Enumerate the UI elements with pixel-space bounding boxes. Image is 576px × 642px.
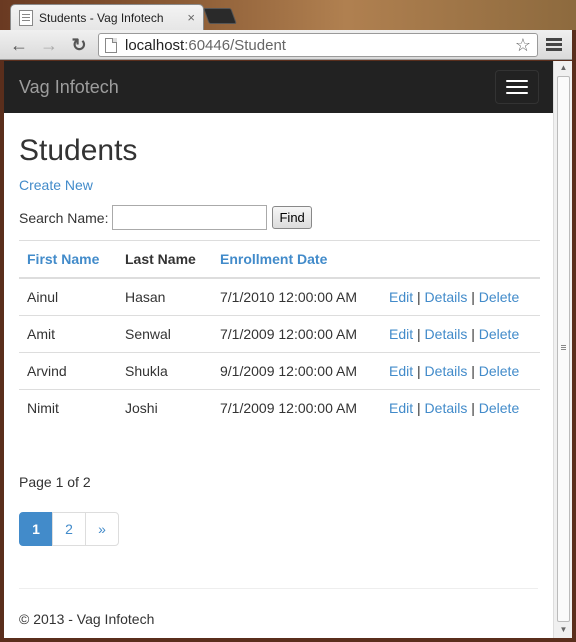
site-brand[interactable]: Vag Infotech: [19, 77, 119, 98]
table-header-row: First Name Last Name Enrollment Date: [19, 240, 540, 279]
pager-text: Page 1 of 2: [19, 474, 91, 490]
cell-first-name: Nimit: [19, 388, 117, 426]
action-separator: |: [471, 399, 475, 416]
table-row: Ainul Hasan 7/1/2010 12:00:00 AM Edit | Det…: [19, 278, 540, 315]
search-form: Search Name: Find: [19, 205, 538, 230]
cell-actions: Edit | Details | Delete: [381, 314, 540, 352]
window-frame-bottom: [0, 638, 576, 642]
header-first-name[interactable]: First Name: [19, 240, 117, 279]
delete-link[interactable]: Delete: [479, 400, 519, 416]
footer-text: © 2013 - Vag Infotech: [19, 611, 155, 627]
search-label: Search Name:: [19, 209, 109, 226]
cell-enrollment-date: 9/1/2009 12:00:00 AM: [212, 351, 381, 389]
table-row: Arvind Shukla 9/1/2009 12:00:00 AM Edit | D…: [19, 351, 540, 389]
cell-actions: Edit | Details | Delete: [381, 278, 540, 315]
create-new-link[interactable]: Create New: [19, 177, 93, 193]
delete-link[interactable]: Delete: [479, 326, 519, 342]
table-row: Amit Senwal 7/1/2009 12:00:00 AM Edit | Det…: [19, 314, 540, 352]
tab-close-icon[interactable]: ×: [187, 10, 195, 25]
cell-first-name: Ainul: [27, 288, 59, 305]
details-link[interactable]: Details: [425, 400, 468, 416]
browser-toolbar: ← → ↻ localhost:60446/Student ☆: [0, 30, 576, 60]
header-actions: [381, 240, 540, 279]
tab-title: Students - Vag Infotech: [39, 10, 164, 25]
details-link[interactable]: Details: [425, 326, 468, 342]
delete-link[interactable]: Delete: [479, 289, 519, 305]
cell-last-name: Joshi: [117, 388, 212, 426]
scroll-down-arrow-icon[interactable]: ▼: [554, 623, 573, 637]
cell-actions: Edit | Details | Delete: [381, 388, 540, 426]
address-bar[interactable]: localhost:60446/Student ☆: [98, 33, 538, 57]
page-icon: [105, 37, 117, 53]
action-separator: |: [417, 325, 421, 342]
footer-divider: [19, 588, 538, 589]
edit-link[interactable]: Edit: [389, 363, 413, 379]
new-tab-button[interactable]: [203, 8, 237, 24]
pagination: 1 2»: [19, 512, 538, 546]
students-table: First Name Last Name Enrollment Date Ain…: [19, 240, 540, 426]
edit-link[interactable]: Edit: [389, 289, 413, 305]
page-next-link[interactable]: »: [85, 512, 119, 546]
hamburger-bar: [506, 86, 528, 88]
page-link-1[interactable]: 1: [19, 512, 53, 546]
sort-enrollment-date-link[interactable]: Enrollment Date: [220, 251, 327, 267]
find-button[interactable]: Find: [272, 206, 312, 229]
cell-first-name: Arvind: [19, 351, 117, 389]
action-separator: |: [471, 325, 475, 342]
url-path: :60446/Student: [184, 36, 286, 54]
hamburger-bar: [506, 80, 528, 82]
window-titlebar: Students - Vag Infotech ×: [0, 0, 576, 30]
scrollbar-thumb[interactable]: [557, 76, 570, 622]
bookmark-star-icon[interactable]: ☆: [515, 35, 531, 56]
action-separator: |: [417, 362, 421, 379]
forward-button[interactable]: →: [38, 35, 60, 55]
cell-last-name: Hasan: [125, 288, 166, 305]
browser-menu-icon[interactable]: [546, 38, 562, 52]
cell-first-name: Amit: [19, 314, 117, 352]
search-input[interactable]: [112, 205, 268, 230]
cell-enrollment-date: 7/1/2009 12:00:00 AM: [212, 314, 381, 352]
page-link-2[interactable]: 2: [52, 512, 86, 546]
details-link[interactable]: Details: [425, 363, 468, 379]
navbar-toggle-button[interactable]: [495, 70, 539, 104]
hamburger-bar: [506, 92, 528, 94]
sort-first-name-link[interactable]: First Name: [27, 251, 99, 267]
header-last-name: Last Name: [117, 240, 212, 279]
edit-link[interactable]: Edit: [389, 400, 413, 416]
cell-enrollment-date: 7/1/2009 12:00:00 AM: [212, 388, 381, 426]
window-frame-right: [572, 30, 576, 642]
page-title: Students: [19, 134, 138, 167]
page-favicon-icon: [19, 9, 33, 26]
action-separator: |: [417, 399, 421, 416]
details-link[interactable]: Details: [425, 289, 468, 305]
cell-actions: Edit | Details | Delete: [381, 351, 540, 389]
cell-enrollment-date: 7/1/2010 12:00:00 AM: [220, 288, 357, 305]
url-host: localhost: [125, 36, 185, 54]
delete-link[interactable]: Delete: [479, 363, 519, 379]
browser-tab[interactable]: Students - Vag Infotech ×: [10, 4, 204, 30]
reload-button[interactable]: ↻: [68, 35, 90, 55]
edit-link[interactable]: Edit: [389, 326, 413, 342]
table-row: Nimit Joshi 7/1/2009 12:00:00 AM Edit | Det…: [19, 388, 540, 426]
site-navbar: Vag Infotech: [4, 61, 553, 113]
page-viewport: Vag Infotech Students Create New Search …: [4, 61, 553, 638]
action-separator: |: [471, 288, 475, 305]
header-enrollment-date[interactable]: Enrollment Date: [212, 240, 381, 279]
cell-last-name: Senwal: [117, 314, 212, 352]
action-separator: |: [417, 288, 421, 305]
back-button[interactable]: ←: [8, 35, 30, 55]
action-separator: |: [471, 362, 475, 379]
scroll-up-arrow-icon[interactable]: ▲: [554, 61, 573, 75]
vertical-scrollbar[interactable]: ▲ ▼: [553, 61, 572, 638]
cell-last-name: Shukla: [117, 351, 212, 389]
main-content: Students Create New Search Name: Find Fi…: [4, 133, 553, 627]
